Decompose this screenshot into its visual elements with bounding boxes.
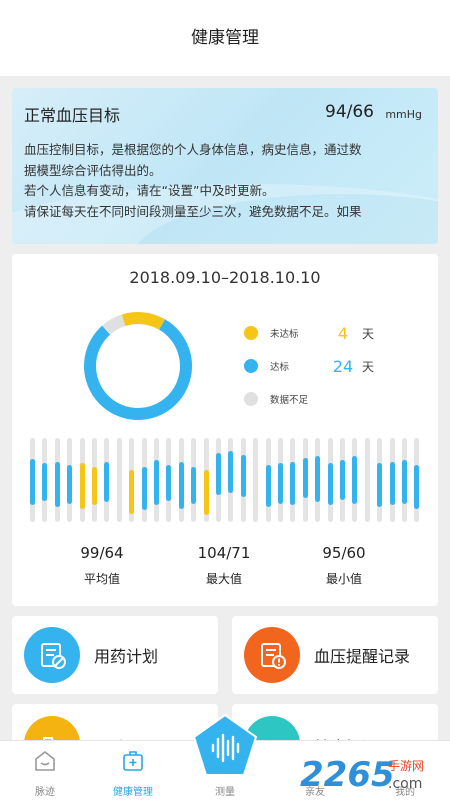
target-unit: mmHg [385,108,422,121]
medication-plan-button[interactable]: 用药计划 [12,616,218,694]
bar-track [116,438,122,522]
description-line: 据模型综合评估得出的。 [24,162,162,178]
tab-pulse[interactable]: 脉迹 [0,741,90,800]
bar-unmet[interactable] [92,466,97,506]
svg-text:.com: .com [388,776,422,792]
compliance-donut-chart [84,312,192,420]
top-bar: 健康管理 [0,0,450,76]
daily-bp-bar-chart [12,436,438,526]
bar-met[interactable] [216,453,221,496]
donut-slice-insufficient [84,312,192,420]
legend-item-met: 达标 24 天 [244,351,374,381]
exercise-button[interactable]: 运动 [12,704,218,744]
pulse-home-icon [35,750,55,771]
bar-met[interactable] [191,467,197,504]
bar-track [364,438,370,522]
legend-dot-met [244,359,258,373]
bar-unmet[interactable] [79,463,85,510]
legend-dot-unmet [244,326,258,340]
stat-average: 99/64 平均值 [42,544,162,587]
medication-plan-icon [24,627,80,683]
bar-met[interactable] [327,463,333,506]
legend-item-insufficient: 数据不足 [244,384,374,414]
svg-text:手游网: 手游网 [388,759,424,773]
stat-value: 99/64 [80,544,124,562]
legend-item-unmet: 未达标 4 天 [244,318,374,348]
tab-label-measure: 测量 [215,787,235,798]
page-title: 健康管理 [191,27,259,48]
legend-unit: 天 [362,326,375,341]
stat-label: 最小值 [325,572,362,586]
bp-reminder-record-button[interactable]: 血压提醒记录 [232,616,438,694]
stat-value: 104/71 [197,544,251,562]
bar-met[interactable] [166,464,172,501]
target-label: 正常血压目标 [24,106,121,125]
date-range[interactable]: 2018.09.10–2018.10.10 [12,268,438,287]
medical-kit-icon [123,751,143,771]
bar-met[interactable] [67,464,73,504]
bar-met[interactable] [377,463,383,507]
site-watermark: 2265 手游网 .com [296,748,446,798]
bar-met[interactable] [228,451,234,494]
bar-met[interactable] [141,467,147,511]
watermark-logo-icon: 2265 手游网 .com [300,755,424,795]
health-knowledge-button[interactable]: 健康知识 [232,704,438,744]
bar-met[interactable] [278,463,283,504]
bar-unmet[interactable] [129,469,135,514]
bar-unmet[interactable] [203,469,209,516]
tab-label: 健康管理 [113,787,153,798]
stat-max: 104/71 最大值 [164,544,284,587]
bar-met[interactable] [42,463,48,501]
bar-met[interactable] [352,456,358,504]
bar-met[interactable] [302,458,308,499]
bp-reminder-icon [244,627,300,683]
stat-min: 95/60 最小值 [284,544,404,587]
action-label: 用药计划 [94,647,159,666]
legend-count: 24 [332,356,354,376]
bar-met[interactable] [265,464,271,507]
target-value: 94/66 [325,102,374,122]
legend-label: 数据不足 [270,395,309,406]
bp-target-card: 正常血压目标 94/66 mmHg 血压控制目标，是根据您的个人身体信息，病史信… [12,88,438,244]
donut-slice-met [84,312,192,420]
measure-button[interactable] [192,713,258,777]
legend-dot-insufficient [244,392,258,406]
donut-slice-unmet [84,312,192,420]
chart-legend: 未达标 4 天 达标 24 天 数据不足 [244,318,374,417]
tab-health-management[interactable]: 健康管理 [88,741,178,800]
action-label: 血压提醒记录 [314,647,411,666]
stat-value: 95/60 [322,544,366,562]
legend-unit: 天 [362,359,375,374]
description-line: 请保证每天在不同时间段测量至少三次，避免数据不足。如果 [24,203,362,219]
svg-text:2265: 2265 [300,755,395,795]
description-line: 若个人信息有变动，请在“设置”中及时更新。 [24,183,275,198]
bar-track [253,438,259,522]
stat-label: 平均值 [83,572,120,586]
bar-met[interactable] [402,459,407,504]
bar-met[interactable] [178,461,184,509]
bar-met[interactable] [414,464,420,509]
bar-met[interactable] [389,461,395,506]
bp-stats-card: 2018.09.10–2018.10.10 未达标 4 天 达标 24 天 数据… [12,254,438,606]
bar-met[interactable] [315,456,321,502]
legend-count: 4 [337,323,349,343]
legend-label: 未达标 [270,329,299,340]
stat-label: 最大值 [205,572,242,586]
bar-met[interactable] [340,459,345,501]
bar-met[interactable] [104,461,110,502]
target-description: 血压控制目标，是根据您的个人身体信息，病史信息，通过数 据模型综合评估得出的。 … [24,140,428,224]
description-line: 血压控制目标，是根据您的个人身体信息，病史信息，通过数 [24,142,362,157]
bar-met[interactable] [290,461,296,506]
tab-label: 脉迹 [35,787,55,798]
bar-met[interactable] [240,454,246,497]
legend-label: 达标 [270,362,290,373]
bar-met[interactable] [30,459,35,506]
bar-met[interactable] [54,461,60,507]
bar-met[interactable] [154,459,159,506]
